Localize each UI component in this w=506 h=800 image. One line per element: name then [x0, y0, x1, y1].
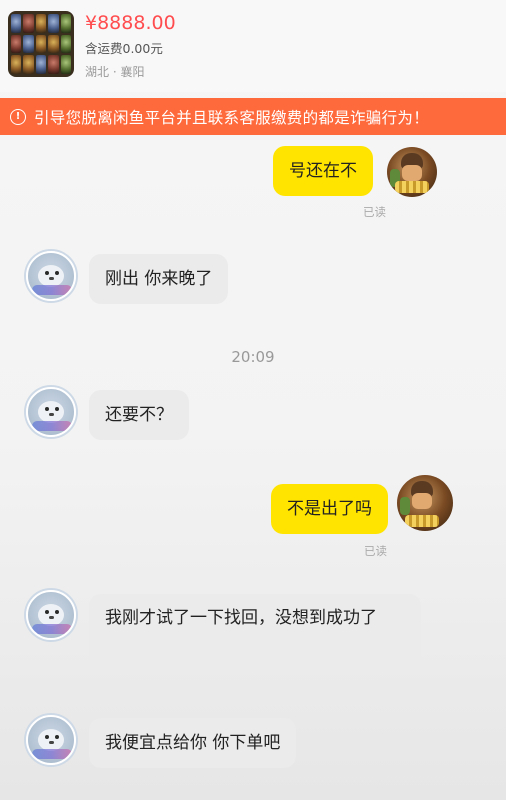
my-avatar[interactable]	[387, 147, 437, 197]
message-row-incoming: 我便宜点给你 你下单吧	[89, 718, 297, 768]
product-header[interactable]: ¥8888.00 含运费0.00元 湖北 · 襄阳	[0, 0, 506, 92]
seller-location: 湖北 · 襄阳	[85, 65, 145, 79]
seller-avatar[interactable]	[26, 251, 76, 301]
seller-avatar[interactable]	[26, 387, 76, 437]
seller-avatar[interactable]	[26, 590, 76, 640]
warning-circle-icon: !	[10, 108, 26, 125]
message-timestamp: 20:09	[231, 348, 275, 366]
message-row-incoming: 还要不？	[89, 390, 189, 440]
product-price: ¥8888.00	[85, 12, 176, 34]
message-row-outgoing: 号还在不	[273, 146, 373, 196]
fraud-warning-text: 引导您脱离闲鱼平台并且联系客服缴费的都是诈骗行为！	[34, 108, 430, 127]
message-bubble[interactable]: 我刚才试了一下找回，没想到成功了	[89, 594, 421, 672]
my-avatar[interactable]	[397, 475, 453, 531]
message-bubble[interactable]: 不是出了吗	[271, 484, 388, 534]
message-row-outgoing: 不是出了吗	[271, 484, 388, 534]
read-status: 已读	[363, 205, 386, 219]
message-bubble[interactable]: 还要不？	[89, 390, 189, 440]
read-status: 已读	[364, 544, 387, 558]
message-row-incoming: 我刚才试了一下找回，没想到成功了	[89, 594, 421, 672]
seller-avatar[interactable]	[26, 715, 76, 765]
message-bubble[interactable]: 刚出 你来晚了	[89, 254, 229, 304]
product-thumbnail[interactable]	[8, 11, 74, 77]
fraud-warning-banner: ! 引导您脱离闲鱼平台并且联系客服缴费的都是诈骗行为！	[0, 98, 506, 135]
message-bubble[interactable]: 我便宜点给你 你下单吧	[89, 718, 297, 768]
message-row-incoming: 刚出 你来晚了	[89, 254, 229, 304]
message-bubble[interactable]: 号还在不	[273, 146, 373, 196]
shipping-fee: 含运费0.00元	[85, 41, 163, 56]
